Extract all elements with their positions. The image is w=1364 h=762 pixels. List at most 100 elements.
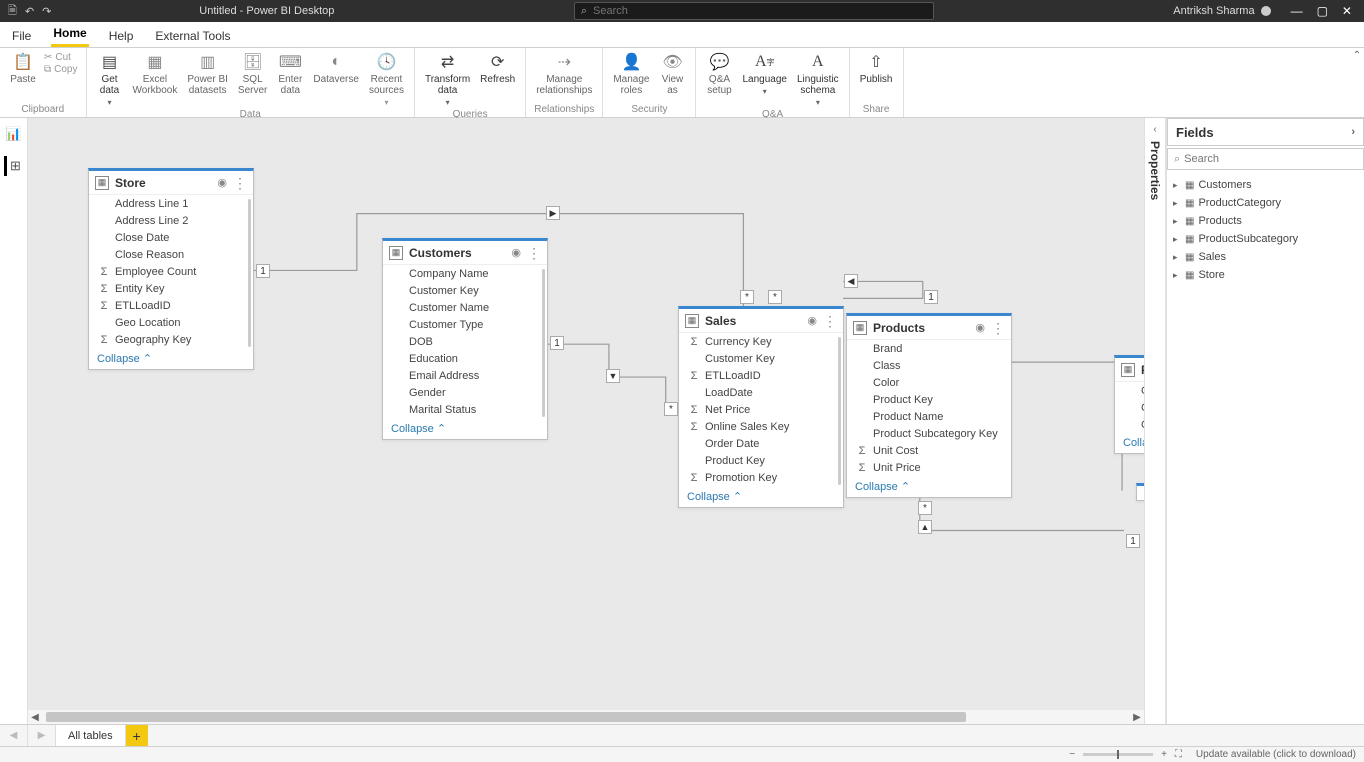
qa-setup-button[interactable]: 💬Q&A setup [702, 50, 736, 98]
collapse-link[interactable]: Collapse⌃ [679, 486, 843, 507]
close-button[interactable]: ✕ [1342, 4, 1352, 18]
global-search-input[interactable] [593, 5, 927, 17]
scrollbar[interactable] [542, 269, 545, 417]
field-row[interactable]: Geo Location [89, 314, 253, 331]
fields-table-node[interactable]: ▸▦Sales [1167, 248, 1364, 266]
manage-relationships-button[interactable]: ⇢Manage relationships [532, 50, 596, 98]
report-view-icon[interactable]: 📊 [4, 124, 24, 144]
tab-file[interactable]: File [10, 25, 33, 47]
minimize-button[interactable]: — [1291, 4, 1303, 18]
zoom-out-button[interactable]: − [1069, 749, 1075, 760]
global-search[interactable]: ⌕ [574, 2, 934, 20]
field-row[interactable]: Class [847, 357, 1011, 374]
redo-icon[interactable]: ↷ [42, 5, 51, 18]
refresh-button[interactable]: ⟳Refresh [476, 50, 519, 87]
dataverse-button[interactable]: ◐Dataverse [309, 50, 363, 87]
field-row[interactable]: Marital Status [383, 401, 547, 418]
get-data-button[interactable]: ▤Get data▾ [93, 50, 127, 109]
language-button[interactable]: A字Language▾ [738, 50, 791, 98]
collapse-link[interactable]: Collapse⌃ [89, 348, 253, 369]
table-partial-2[interactable] [1136, 483, 1144, 501]
transform-data-button[interactable]: ⇄Transform data▾ [421, 50, 474, 109]
field-row[interactable]: ΣPromotion Key [679, 469, 843, 486]
table-products[interactable]: ▦ Products ◉ ⋮ BrandClassColorProduct Ke… [846, 313, 1012, 498]
maximize-button[interactable]: ▢ [1317, 4, 1328, 18]
field-row[interactable]: Ca [1115, 416, 1144, 433]
add-page-button[interactable]: + [126, 725, 148, 746]
zoom-in-button[interactable]: + [1161, 749, 1167, 760]
table-partial[interactable]: ▦ P CaCaCa Collap [1114, 355, 1144, 454]
scrollbar[interactable] [838, 337, 841, 485]
recent-sources-button[interactable]: 🕓Recent sources▾ [365, 50, 408, 109]
update-available-link[interactable]: Update available (click to download) [1196, 749, 1356, 760]
copy-button[interactable]: ⧉Copy [44, 64, 78, 75]
collapse-link[interactable]: Collapse⌃ [847, 476, 1011, 497]
field-row[interactable]: ΣGeography Key [89, 331, 253, 348]
visibility-icon[interactable]: ◉ [807, 314, 817, 327]
tab-help[interactable]: Help [107, 25, 136, 47]
field-row[interactable]: Ca [1115, 399, 1144, 416]
field-row[interactable]: ΣUnit Cost [847, 442, 1011, 459]
field-row[interactable]: ΣNet Price [679, 401, 843, 418]
fields-table-node[interactable]: ▸▦ProductCategory [1167, 194, 1364, 212]
field-row[interactable]: ΣEmployee Count [89, 263, 253, 280]
field-row[interactable]: DOB [383, 333, 547, 350]
field-row[interactable]: Company Name [383, 265, 547, 282]
collapse-link[interactable]: Collapse⌃ [383, 418, 547, 439]
more-icon[interactable]: ⋮ [233, 178, 247, 188]
fit-to-page-button[interactable]: ⛶ [1175, 749, 1182, 760]
manage-roles-button[interactable]: 👤Manage roles [609, 50, 653, 98]
enter-data-button[interactable]: ⌨Enter data [273, 50, 307, 98]
more-icon[interactable]: ⋮ [823, 316, 837, 326]
tab-nav-prev[interactable]: ◀ [0, 725, 28, 746]
field-row[interactable]: ΣUnit Price [847, 459, 1011, 476]
publish-button[interactable]: ⇧Publish [856, 50, 897, 87]
table-store[interactable]: ▦ Store ◉ ⋮ Address Line 1Address Line 2… [88, 168, 254, 370]
field-row[interactable]: Ca [1115, 382, 1144, 399]
properties-pane-collapsed[interactable]: ‹ Properties [1144, 118, 1166, 724]
excel-workbook-button[interactable]: ▦Excel Workbook [129, 50, 182, 98]
field-row[interactable]: Product Name [847, 408, 1011, 425]
sql-server-button[interactable]: 🗄SQL Server [234, 50, 271, 98]
cut-button[interactable]: ✂Cut [44, 52, 78, 63]
field-row[interactable]: Customer Key [383, 282, 547, 299]
field-row[interactable]: ΣETLLoadID [89, 297, 253, 314]
visibility-icon[interactable]: ◉ [511, 246, 521, 259]
scrollbar[interactable] [248, 199, 251, 347]
more-icon[interactable]: ⋮ [527, 248, 541, 258]
save-icon[interactable]: 🗎 [8, 2, 17, 21]
table-customers[interactable]: ▦ Customers ◉ ⋮ Company NameCustomer Key… [382, 238, 548, 440]
fields-table-node[interactable]: ▸▦Products [1167, 212, 1364, 230]
field-row[interactable]: Order Date [679, 435, 843, 452]
field-row[interactable]: Close Reason [89, 246, 253, 263]
field-row[interactable]: Brand [847, 340, 1011, 357]
model-canvas[interactable]: ▦ Store ◉ ⋮ Address Line 1Address Line 2… [28, 118, 1144, 710]
paste-button[interactable]: 📋Paste [6, 50, 40, 87]
page-tab-all-tables[interactable]: All tables [56, 725, 126, 746]
field-row[interactable]: LoadDate [679, 384, 843, 401]
field-row[interactable]: Product Subcategory Key [847, 425, 1011, 442]
field-row[interactable]: Color [847, 374, 1011, 391]
field-row[interactable]: Address Line 2 [89, 212, 253, 229]
fields-search-input[interactable] [1184, 153, 1357, 165]
table-sales[interactable]: ▦ Sales ◉ ⋮ ΣCurrency KeyCustomer KeyΣET… [678, 306, 844, 508]
field-row[interactable]: Customer Key [679, 350, 843, 367]
field-row[interactable]: Customer Name [383, 299, 547, 316]
field-row[interactable]: Customer Type [383, 316, 547, 333]
field-row[interactable]: Product Key [679, 452, 843, 469]
linguistic-schema-button[interactable]: ALinguistic schema▾ [793, 50, 843, 109]
user-account[interactable]: Antriksh Sharma [1173, 5, 1278, 17]
field-row[interactable]: ΣETLLoadID [679, 367, 843, 384]
tab-external-tools[interactable]: External Tools [153, 25, 232, 47]
field-row[interactable]: ΣOnline Sales Key [679, 418, 843, 435]
tab-nav-next[interactable]: ▶ [28, 725, 56, 746]
more-icon[interactable]: ⋮ [991, 323, 1005, 333]
visibility-icon[interactable]: ◉ [217, 176, 227, 189]
field-row[interactable]: Gender [383, 384, 547, 401]
field-row[interactable]: Email Address [383, 367, 547, 384]
view-as-button[interactable]: 👁View as [655, 50, 689, 98]
fields-table-node[interactable]: ▸▦Customers [1167, 176, 1364, 194]
horizontal-scrollbar[interactable]: ◀ ▶ [28, 710, 1144, 724]
field-row[interactable]: Education [383, 350, 547, 367]
field-row[interactable]: Close Date [89, 229, 253, 246]
